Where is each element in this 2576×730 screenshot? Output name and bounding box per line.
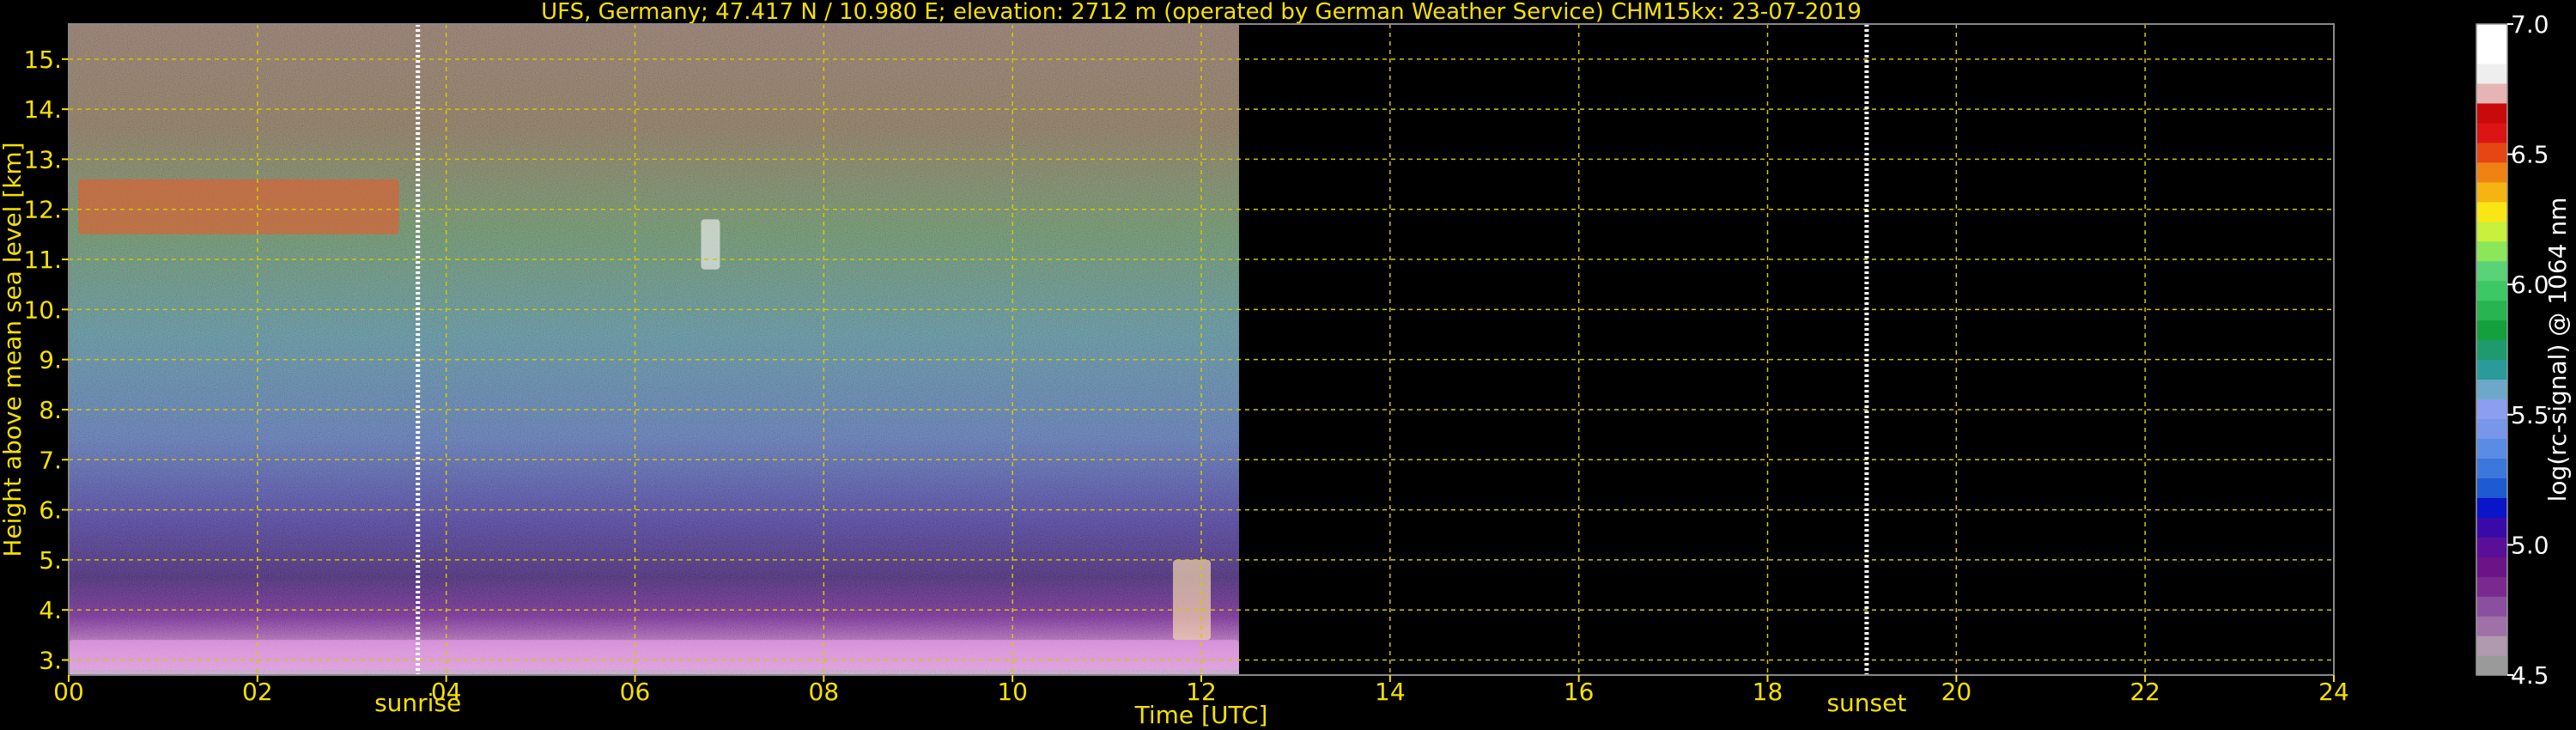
x-tick-label: 10 (997, 678, 1028, 706)
y-tick-label: 3. (39, 647, 62, 675)
y-tick-label: 7. (39, 446, 62, 474)
colorbar-segment (2476, 102, 2507, 124)
x-tick-label: 06 (620, 678, 651, 706)
x-tick-label: 02 (242, 678, 273, 706)
x-tick-label: 16 (1564, 678, 1595, 706)
y-tick-label: 8. (39, 396, 62, 424)
colorbar-segment (2476, 636, 2507, 656)
colorbar-segment (2476, 240, 2507, 262)
colorbar-segment (2476, 655, 2507, 676)
x-tick-label: 00 (53, 678, 84, 706)
colorbar-segment (2476, 379, 2507, 400)
colorbar-segment (2476, 478, 2507, 498)
y-tick-label: 6. (39, 496, 62, 525)
y-tick-label: 10. (23, 295, 62, 324)
x-tick-label: 08 (809, 678, 840, 706)
colorbar-segment (2476, 438, 2507, 459)
colorbar-tick-label: 7.0 (2511, 10, 2549, 39)
colorbar-segment (2476, 161, 2507, 183)
colorbar-segment (2476, 537, 2507, 557)
colorbar-segment (2476, 319, 2507, 341)
colorbar-tick-label: 4.5 (2511, 661, 2549, 690)
colorbar-segment (2476, 398, 2507, 419)
plot-area: sunrise sunset (68, 23, 2335, 717)
y-tick-label: 14. (23, 95, 62, 124)
colorbar-segment (2476, 596, 2507, 617)
colorbar-segment (2476, 181, 2507, 203)
y-tick-label: 4. (39, 596, 62, 624)
colorbar-segment (2476, 201, 2507, 222)
colorbar-tick-label: 5.0 (2511, 531, 2549, 559)
backscatter-data (69, 24, 1239, 675)
y-tick-label: 9. (39, 346, 62, 374)
colorbar-segment (2476, 24, 2507, 45)
sunset-label: sunset (1826, 689, 1906, 717)
colorbar-segment (2476, 82, 2507, 104)
y-tick-label: 5. (39, 546, 62, 575)
y-tick-label: 11. (23, 246, 62, 274)
colorbar-segment (2476, 43, 2507, 64)
colorbar-label: log(rc-signal) @ 1064 nm (2543, 198, 2572, 502)
colorbar: 4.55.05.56.06.57.0 (2476, 10, 2549, 690)
colorbar-segment (2476, 458, 2507, 478)
y-axis-label: Height above mean sea level [km] (0, 142, 27, 557)
feature-cirrus (77, 179, 399, 234)
colorbar-segment (2476, 576, 2507, 597)
colorbar-tick-label: 6.5 (2511, 141, 2549, 169)
x-tick-label: 18 (1753, 678, 1783, 706)
signal-noise (69, 24, 1239, 675)
x-tick-label: 24 (2318, 678, 2349, 706)
feature-convective-cloud (1173, 559, 1211, 641)
colorbar-segment (2476, 280, 2507, 301)
colorbar-segment (2476, 260, 2507, 282)
colorbar-segment (2476, 63, 2507, 84)
x-tick-label: 14 (1375, 678, 1406, 706)
feature-boundary-layer-aerosol (69, 640, 1239, 671)
colorbar-segment (2476, 142, 2507, 163)
colorbar-segment (2476, 497, 2507, 518)
colorbar-segment (2476, 300, 2507, 321)
colorbar-segment (2476, 359, 2507, 380)
ceilometer-chart: UFS, Germany; 47.417 N / 10.980 E; eleva… (0, 0, 2572, 729)
colorbar-segment (2476, 616, 2507, 636)
x-tick-label: 04 (431, 678, 462, 706)
x-tick-label: 20 (1941, 678, 1972, 706)
x-tick-label: 22 (2129, 678, 2160, 706)
y-axis: 3. 4. 5. 6. 7. 8. 9. 10. 11. 12. 13. 14. 15. (23, 46, 69, 675)
chart-title: UFS, Germany; 47.417 N / 10.980 E; eleva… (541, 0, 1862, 25)
colorbar-segment (2476, 418, 2507, 439)
x-axis-label: Time [UTC] (1134, 701, 1268, 729)
y-tick-label: 12. (23, 196, 62, 224)
feature-cloud (701, 219, 720, 270)
colorbar-segment (2476, 517, 2507, 538)
y-tick-label: 13. (23, 145, 62, 173)
y-tick-label: 15. (23, 46, 62, 74)
colorbar-segment (2476, 221, 2507, 242)
colorbar-segment (2476, 339, 2507, 361)
colorbar-segment (2476, 122, 2507, 143)
colorbar-segment (2476, 557, 2507, 577)
